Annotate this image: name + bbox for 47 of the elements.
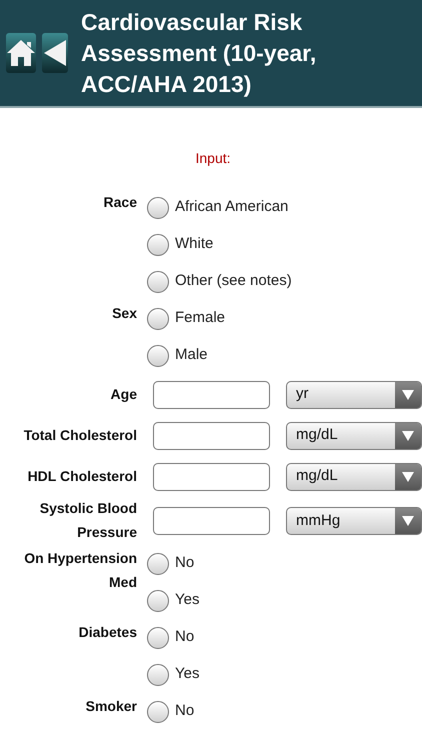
number-field[interactable] [153, 507, 270, 535]
option-label: African American [175, 197, 288, 218]
page-title: Cardiovascular Risk Assessment (10-year, ACC/AHA 2013) [81, 8, 318, 99]
field-label: Smoker [86, 698, 137, 714]
option-label: White [175, 234, 214, 254]
number-field[interactable] [153, 462, 270, 490]
option-label: Male [175, 345, 208, 366]
caret-icon [402, 390, 414, 400]
field-label: Diabetes [78, 624, 137, 640]
field-label: HDL Cholesterol [28, 468, 137, 484]
field-label: Age [110, 386, 137, 402]
back-icon [42, 39, 68, 67]
section-title: Input: [195, 149, 231, 168]
field-label: Systolic Blood Pressure [40, 500, 137, 540]
caret-icon [402, 430, 414, 440]
radio-button[interactable] [147, 664, 169, 686]
radio-button[interactable] [147, 344, 169, 366]
option-label: No [175, 627, 194, 648]
number-field[interactable] [153, 380, 270, 408]
field-label: Total Cholesterol [24, 426, 137, 442]
radio-button[interactable] [147, 552, 169, 574]
unit-dropdown[interactable]: mg/dL [286, 462, 422, 490]
unit-dropdown[interactable]: mmHg [286, 507, 422, 535]
back-button[interactable] [42, 33, 68, 73]
home-button[interactable] [6, 33, 36, 73]
radio-button[interactable] [147, 590, 169, 612]
option-label: Female [175, 308, 226, 328]
radio-button[interactable] [147, 308, 169, 330]
caret-icon [402, 516, 414, 526]
option-label: Other (see notes) [175, 271, 292, 292]
number-field[interactable] [153, 422, 270, 450]
radio-button[interactable] [147, 270, 169, 292]
field-label: Sex [112, 305, 137, 321]
unit-dropdown[interactable]: yr [286, 380, 422, 408]
option-label: No [175, 701, 194, 722]
radio-button[interactable] [147, 234, 169, 256]
home-icon [6, 39, 36, 67]
radio-button[interactable] [147, 196, 169, 218]
unit-dropdown[interactable]: mg/dL [286, 422, 422, 450]
field-label: On Hypertension Med [24, 550, 137, 590]
option-label: Yes [175, 664, 200, 684]
radio-button[interactable] [147, 700, 169, 722]
field-label: Race [104, 194, 137, 210]
option-label: No [175, 553, 194, 574]
option-label: Yes [175, 590, 200, 610]
caret-icon [402, 472, 414, 482]
radio-button[interactable] [147, 626, 169, 648]
